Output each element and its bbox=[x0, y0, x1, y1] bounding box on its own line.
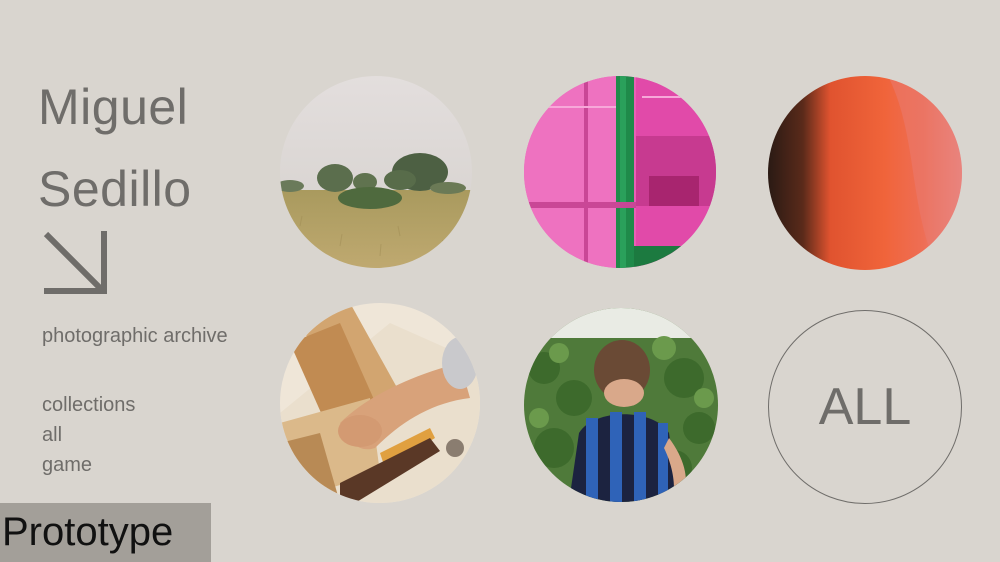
nav-item-collections[interactable]: collections bbox=[42, 390, 135, 420]
arrow-down-right-icon bbox=[43, 231, 107, 294]
nav-item-all[interactable]: all bbox=[42, 420, 135, 450]
site-title: Miguel Sedillo bbox=[38, 66, 192, 230]
photo-boy[interactable] bbox=[524, 308, 718, 502]
photo-greenhouse[interactable] bbox=[524, 76, 716, 268]
main-nav: collections all game bbox=[42, 390, 135, 480]
title-first-name: Miguel bbox=[38, 79, 189, 135]
all-button[interactable]: ALL bbox=[768, 310, 962, 504]
subtitle: photographic archive bbox=[42, 325, 228, 347]
prototype-badge: Prototype bbox=[0, 503, 211, 562]
photo-woodwork[interactable] bbox=[280, 303, 480, 503]
title-last-name: Sedillo bbox=[38, 161, 192, 217]
nav-item-game[interactable]: game bbox=[42, 450, 135, 480]
photo-red-light[interactable] bbox=[768, 76, 962, 270]
photo-field[interactable] bbox=[280, 76, 472, 268]
all-button-label: ALL bbox=[818, 378, 912, 436]
